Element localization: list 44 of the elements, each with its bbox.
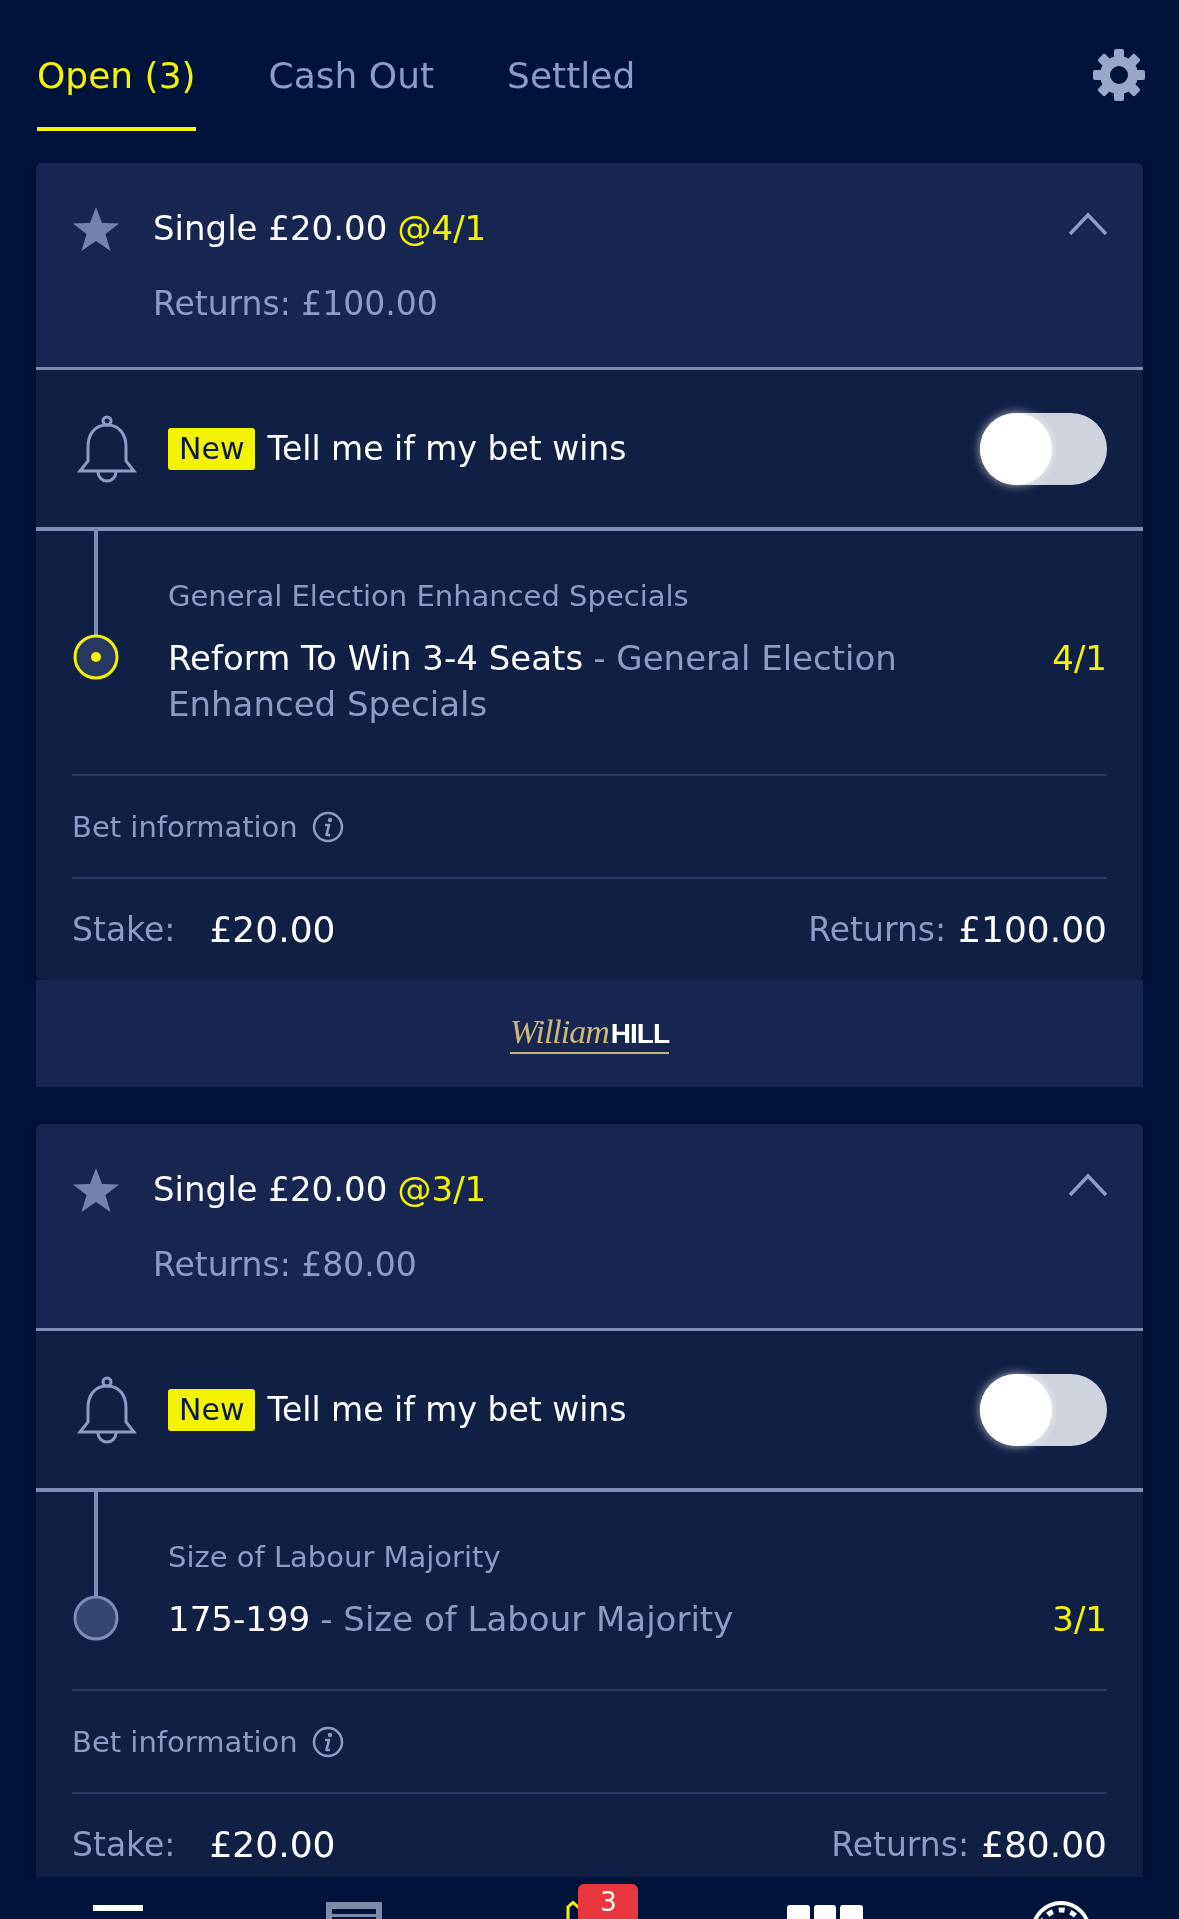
returns-label: Returns: [831,1825,970,1864]
card-icon[interactable] [325,1902,382,1919]
market-label: Size of Labour Majority [168,1539,501,1576]
star-icon[interactable] [72,1167,120,1213]
brand-logo: WilliamHILL [510,1013,669,1054]
bet-title: Single £20.00 [153,1169,388,1209]
bell-icon [75,414,139,483]
new-badge: New [168,427,256,470]
potential-returns: Returns: £80.00 [153,1244,417,1286]
stake-value: £20.00 [209,909,336,950]
toggle-switch[interactable] [980,412,1107,485]
stake-label: Stake: [72,910,176,949]
returns-label: Returns: [808,910,947,949]
notification-label: Tell me if my bet wins [267,1390,627,1429]
returns-value: £100.00 [958,909,1107,950]
notification-label: Tell me if my bet wins [267,429,627,468]
toggle-switch[interactable] [980,1373,1107,1446]
tab[interactable]: Settled [507,54,636,131]
stake-label: Stake: [72,1825,176,1864]
bet-information-button[interactable]: Bet information [72,1722,344,1761]
bet-information-button[interactable]: Bet information [72,807,344,846]
selection-price: 4/1 [1052,637,1107,680]
bet-odds: @3/1 [397,1169,487,1209]
count-badge: 3 [578,1884,639,1919]
selection-price: 3/1 [1052,1598,1107,1641]
selection-text: Reform To Win 3-4 Seats - General Election Enhanced Specials [168,637,898,726]
settings-icon[interactable] [1093,49,1145,101]
grid-icon[interactable] [787,1905,864,1919]
returns-value: £80.00 [981,1824,1107,1865]
bet-odds: @4/1 [397,208,487,248]
bet-title: Single £20.00 [153,208,388,248]
chevron-up-icon[interactable] [1068,212,1108,236]
tab[interactable]: Open (3) [37,54,196,131]
bell-icon [75,1375,139,1444]
info-icon [311,810,344,843]
potential-returns: Returns: £100.00 [153,283,438,325]
info-icon [311,1725,344,1758]
star-icon[interactable] [72,206,120,252]
selection-text: 175-199 - Size of Labour Majority [168,1598,735,1641]
new-badge: New [168,1388,256,1431]
stake-value: £20.00 [209,1824,336,1865]
tab[interactable]: Cash Out [268,54,435,131]
market-label: General Election Enhanced Specials [168,578,689,615]
chevron-up-icon[interactable] [1068,1173,1108,1197]
